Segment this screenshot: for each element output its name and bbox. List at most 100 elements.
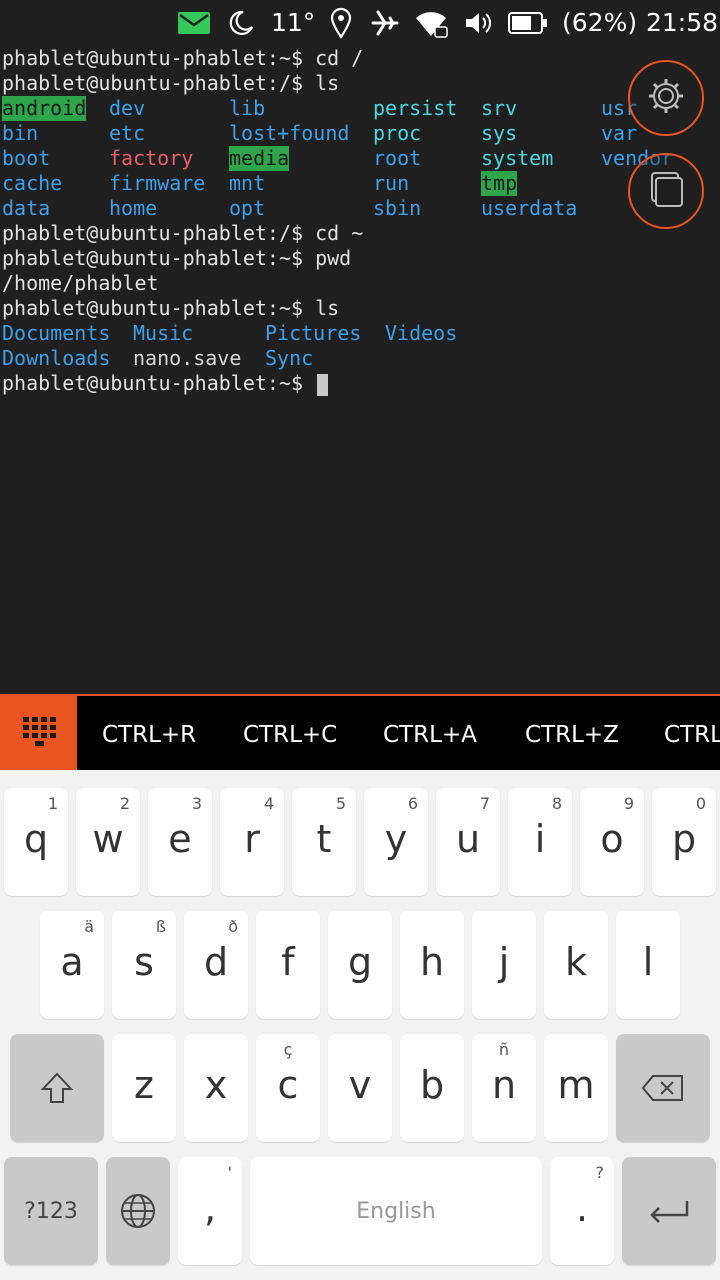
key-sub: 9: [623, 794, 634, 813]
key-label: o: [600, 817, 624, 861]
location-icon: [330, 7, 352, 43]
key-q[interactable]: 1q: [4, 788, 68, 896]
dir-entry: dev: [109, 96, 146, 120]
shortcut-ctrl-z[interactable]: CTRL+Z: [525, 696, 619, 770]
key-label: z: [134, 1063, 154, 1107]
settings-button[interactable]: [628, 60, 704, 136]
shift-icon: [10, 1034, 104, 1142]
key-c[interactable]: çc: [256, 1034, 320, 1142]
key-l[interactable]: l: [616, 911, 680, 1019]
key-v[interactable]: v: [328, 1034, 392, 1142]
enter-key[interactable]: [622, 1157, 716, 1265]
key-z[interactable]: z: [112, 1034, 176, 1142]
key-y[interactable]: 6y: [364, 788, 428, 896]
key-b[interactable]: b: [400, 1034, 464, 1142]
key-sub: 3: [191, 794, 202, 813]
key-j[interactable]: j: [472, 911, 536, 1019]
symbols-key[interactable]: ?123: [4, 1157, 98, 1265]
dir-entry: lost+found: [229, 121, 350, 145]
key-t[interactable]: 5t: [292, 788, 356, 896]
space-label: English: [356, 1198, 436, 1224]
backspace-key[interactable]: [616, 1034, 710, 1142]
key-o[interactable]: 9o: [580, 788, 644, 896]
dir-entry: firmware: [109, 171, 206, 195]
key-u[interactable]: 7u: [436, 788, 500, 896]
key-label: l: [642, 940, 654, 984]
key-n[interactable]: ñn: [472, 1034, 536, 1142]
key-e[interactable]: 3e: [148, 788, 212, 896]
key-p[interactable]: 0p: [652, 788, 716, 896]
key-w[interactable]: 2w: [76, 788, 140, 896]
key-a[interactable]: äa: [40, 911, 104, 1019]
shortcut-ctrl[interactable]: CTRL: [664, 696, 720, 770]
key-sub: 1: [47, 794, 58, 813]
key-sub: ß: [155, 917, 166, 936]
space-key[interactable]: English: [250, 1157, 542, 1265]
shortcut-ctrl-c[interactable]: CTRL+C: [243, 696, 337, 770]
key-label: t: [316, 817, 332, 861]
shift-key[interactable]: [10, 1034, 104, 1142]
key-label: g: [347, 940, 373, 984]
message-icon[interactable]: [178, 12, 210, 38]
current-prompt[interactable]: phablet@ubuntu-phablet:~$: [2, 371, 329, 396]
key-s[interactable]: ßs: [112, 911, 176, 1019]
key-i[interactable]: 8i: [508, 788, 572, 896]
terminal-line: phablet@ubuntu-phablet:~$ pwd: [2, 246, 352, 270]
key-k[interactable]: k: [544, 911, 608, 1019]
key-label: w: [92, 817, 124, 861]
dir-entry: Pictures: [265, 321, 362, 345]
key-label: b: [419, 1063, 445, 1107]
dir-entry: factory: [109, 146, 194, 170]
dir-entry: boot: [2, 146, 51, 170]
key-period[interactable]: ?.: [550, 1157, 614, 1265]
shortcut-ctrl-r[interactable]: CTRL+R: [102, 696, 196, 770]
dir-entry: sys: [481, 121, 518, 145]
key-sub: 0: [695, 794, 706, 813]
dir-entry: userdata: [481, 196, 578, 220]
terminal-line: phablet@ubuntu-phablet:~$ cd /: [2, 46, 364, 70]
shortcut-ctrl-a[interactable]: CTRL+A: [383, 696, 477, 770]
key-d[interactable]: ðd: [184, 911, 248, 1019]
file-entry: nano.save: [133, 346, 242, 370]
battery-icon: [508, 12, 548, 38]
tabs-button[interactable]: [628, 153, 704, 229]
shortcut-bar: CTRL+R CTRL+C CTRL+A CTRL+Z CTRL: [0, 694, 720, 770]
dir-entry: Sync: [265, 346, 314, 370]
dir-entry: run: [373, 171, 410, 195]
airplane-icon: [370, 8, 400, 42]
key-sub: ð: [228, 917, 238, 936]
key-x[interactable]: x: [184, 1034, 248, 1142]
key-sub: 6: [407, 794, 418, 813]
terminal-output[interactable]: phablet@ubuntu-phablet:~$ cd / phablet@u…: [0, 46, 720, 694]
key-sub: 5: [335, 794, 346, 813]
key-g[interactable]: g: [328, 911, 392, 1019]
key-label: .: [575, 1186, 589, 1230]
language-key[interactable]: [106, 1157, 170, 1265]
dir-entry: etc: [109, 121, 146, 145]
dir-entry: proc: [373, 121, 422, 145]
key-label: y: [384, 817, 408, 861]
dir-entry: home: [109, 196, 158, 220]
keypad-toggle-button[interactable]: [0, 696, 77, 770]
key-m[interactable]: m: [544, 1034, 608, 1142]
keypad-icon: [21, 713, 57, 753]
key-label: p: [671, 817, 697, 861]
key-f[interactable]: f: [256, 911, 320, 1019]
gear-icon: [647, 77, 685, 119]
dir-entry: var: [601, 121, 638, 145]
dir-entry: media: [229, 146, 290, 171]
key-label: q: [23, 817, 49, 861]
key-label: i: [534, 817, 546, 861]
tabs-icon: [647, 170, 685, 212]
key-comma[interactable]: ',: [178, 1157, 242, 1265]
key-label: a: [60, 940, 84, 984]
key-r[interactable]: 4r: [220, 788, 284, 896]
key-sub: ñ: [498, 1040, 510, 1059]
dir-entry: Music: [133, 321, 194, 345]
key-label: k: [564, 940, 587, 984]
dir-entry: lib: [229, 96, 266, 120]
wifi-icon: [414, 8, 448, 42]
dir-entry: persist: [373, 96, 458, 120]
key-label: d: [203, 940, 229, 984]
key-h[interactable]: h: [400, 911, 464, 1019]
